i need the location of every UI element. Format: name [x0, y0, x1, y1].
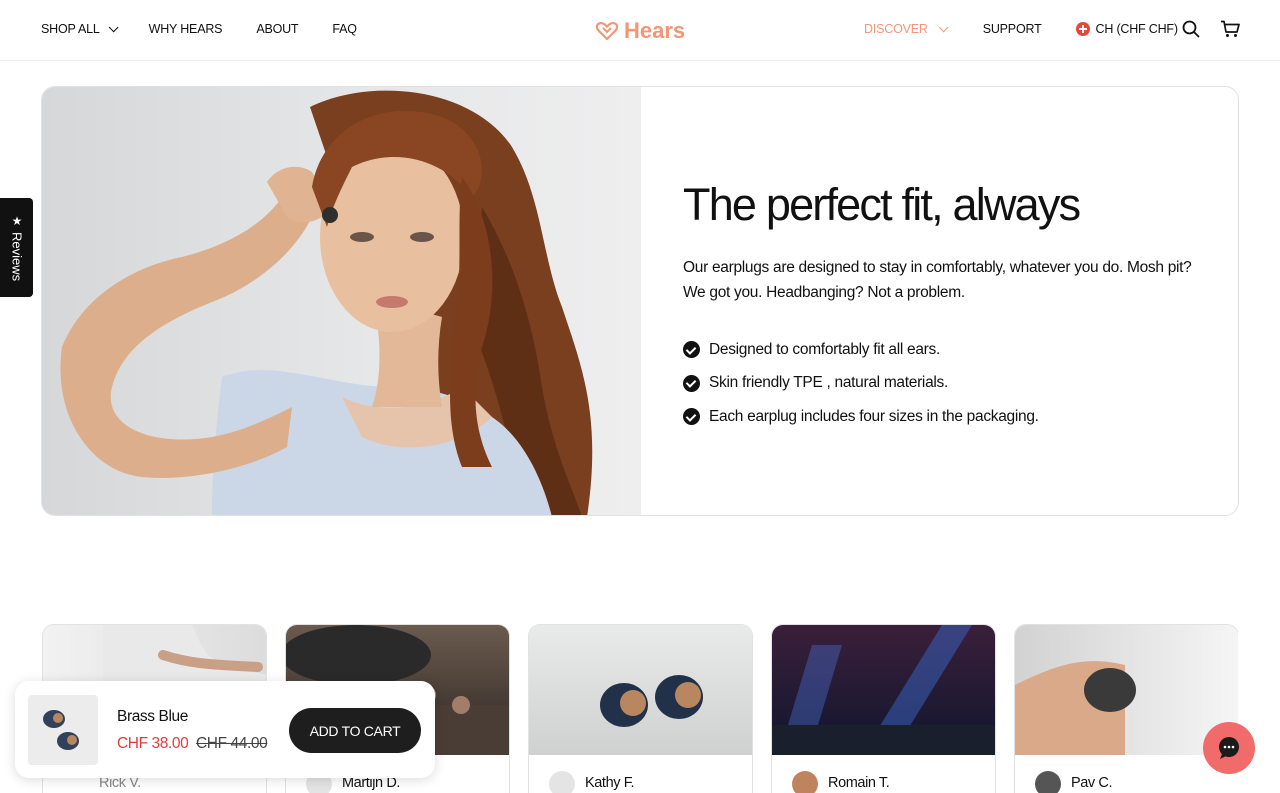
section-description: Our earplugs are designed to stay in com…: [683, 259, 1192, 301]
reviewer-name: Pav C.: [1071, 775, 1113, 791]
logo-heart-icon: [596, 22, 618, 40]
main-nav: SHOP ALL WHY HEARS ABOUT FAQ: [41, 21, 391, 36]
nav-faq[interactable]: FAQ: [332, 22, 357, 36]
earplug-case-photo: [1015, 661, 1136, 755]
swiss-flag-icon: [1075, 22, 1090, 36]
nav-discover-label: DISCOVER: [864, 22, 928, 36]
nav-support[interactable]: SUPPORT: [983, 22, 1042, 36]
feature-item: Skin friendly TPE , natural materials.: [683, 367, 1039, 401]
original-price: CHF 44.00: [196, 735, 268, 752]
earplugs-thumbnail-image: [43, 710, 79, 750]
search-icon: [1182, 20, 1200, 38]
nav-why-hears-label: WHY HEARS: [148, 22, 223, 36]
cart-icon: [1221, 20, 1240, 37]
feature-item: Each earplug includes four sizes in the …: [683, 400, 1039, 434]
currency-selector[interactable]: CH (CHF CHF): [1075, 22, 1179, 36]
chevron-down-icon: [938, 21, 949, 32]
site-logo[interactable]: Hears: [596, 18, 685, 44]
product-thumbnail: [28, 695, 98, 765]
review-photo: [529, 625, 752, 755]
chat-button[interactable]: [1203, 722, 1255, 774]
nav-about-label: ABOUT: [256, 22, 299, 36]
avatar: [792, 771, 818, 793]
reviewer-name: Romain T.: [828, 775, 890, 791]
hero-image: [42, 87, 641, 515]
check-circle-icon: [683, 341, 700, 359]
fit-feature-section: The perfect fit, always Our earplugs are…: [41, 86, 1239, 516]
logo-text: Hears: [624, 18, 686, 43]
review-photo: [1015, 625, 1238, 755]
nav-discover[interactable]: DISCOVER: [864, 21, 949, 36]
site-header: SHOP ALL WHY HEARS ABOUT FAQ Hears DISCO…: [0, 0, 1280, 61]
nav-shop-all[interactable]: SHOP ALL: [41, 21, 119, 36]
feature-text: Skin friendly TPE , natural materials.: [709, 374, 948, 392]
section-title: The perfect fit, always: [683, 179, 1081, 230]
review-card[interactable]: Kathy F.: [528, 624, 753, 793]
nav-about[interactable]: ABOUT: [256, 22, 298, 36]
avatar: [549, 771, 575, 793]
nav-shop-all-label: SHOP ALL: [41, 22, 100, 36]
secondary-nav: DISCOVER SUPPORT CH (CHF CHF): [864, 21, 1179, 36]
cart-button[interactable]: [1220, 20, 1240, 43]
star-icon: ★: [10, 214, 24, 228]
feature-item: Designed to comfortably fit all ears.: [683, 333, 1039, 367]
sale-price: CHF 38.00: [117, 735, 189, 752]
reviews-tab-label: Reviews: [9, 232, 25, 282]
reviewer-name: Kathy F.: [585, 775, 635, 791]
add-to-cart-button[interactable]: ADD TO CART: [289, 708, 421, 753]
woman-wearing-earplug-illustration: [60, 90, 593, 515]
avatar: [1035, 771, 1061, 793]
nav-faq-label: FAQ: [332, 22, 357, 36]
chevron-down-icon: [108, 21, 119, 32]
nav-why-hears[interactable]: WHY HEARS: [149, 22, 223, 36]
chat-icon: [1219, 737, 1239, 759]
feature-text: Designed to comfortably fit all ears.: [709, 340, 940, 358]
sticky-add-to-cart-bar: Brass Blue CHF 38.00 CHF 44.00 ADD TO CA…: [15, 681, 435, 778]
search-button[interactable]: [1182, 20, 1200, 43]
review-card[interactable]: Romain T.: [771, 624, 996, 793]
concert-photo: [772, 625, 995, 755]
review-photo: [772, 625, 995, 755]
reviews-side-tab[interactable]: ★ Reviews: [0, 198, 33, 297]
check-circle-icon: [683, 374, 700, 392]
feature-text: Each earplug includes four sizes in the …: [709, 407, 1039, 425]
currency-label: CH (CHF CHF): [1095, 22, 1179, 36]
check-circle-icon: [683, 408, 700, 426]
review-card[interactable]: Pav C.: [1014, 624, 1238, 793]
product-name: Brass Blue: [117, 708, 188, 725]
nav-support-label: SUPPORT: [982, 22, 1042, 36]
earplugs-photo: [600, 675, 703, 727]
feature-list: Designed to comfortably fit all ears. Sk…: [683, 333, 1039, 434]
